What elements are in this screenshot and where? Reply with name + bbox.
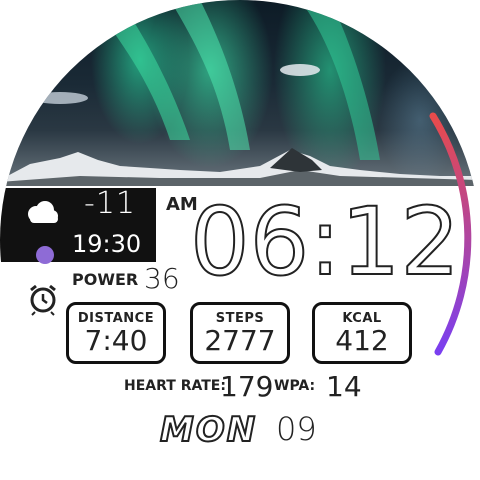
watch-face: -11 19:30 AM 06:12 POWER 36 DISTANCE 7:4… [0,0,480,480]
battery-arc [429,112,472,356]
